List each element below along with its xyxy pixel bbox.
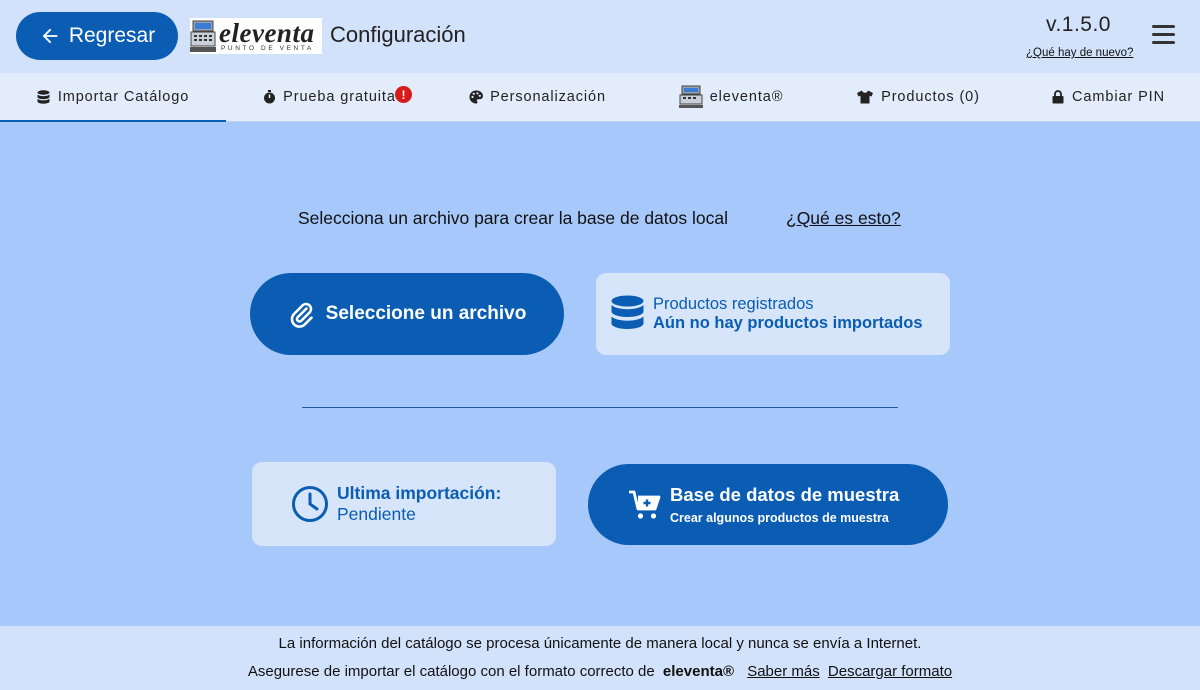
top-bar: Regresar eleventa PUNTO DE VENTA Configu… (0, 0, 1200, 73)
logo-word: eleventa (219, 17, 315, 48)
sample-database-button[interactable]: Base de datos de muestra Crear algunos p… (588, 464, 948, 545)
what-is-this-link[interactable]: ¿Qué es esto? (786, 208, 901, 229)
tab-change-pin[interactable]: Cambiar PIN (1040, 73, 1176, 121)
sample-button-title: Base de datos de muestra (670, 484, 900, 505)
clock-icon (292, 486, 328, 522)
tab-label: eleventa® (709, 89, 784, 105)
registered-products-card: Productos registrados Aún no hay product… (596, 273, 950, 355)
tab-label: Importar Catálogo (57, 88, 190, 105)
tab-import-catalog[interactable]: Importar Catálogo (0, 73, 226, 122)
footer-privacy-note: La información del catálogo se procesa ú… (278, 635, 922, 652)
palette-icon (469, 90, 484, 104)
stopwatch-icon (262, 90, 276, 104)
tab-personalization[interactable]: Personalización (455, 73, 620, 121)
import-prompt: Selecciona un archivo para crear la base… (298, 208, 728, 228)
database-icon (37, 89, 51, 104)
tab-eleventa[interactable]: eleventa® (666, 73, 796, 121)
eleventa-logo: eleventa PUNTO DE VENTA (190, 18, 322, 54)
last-import-card: Ultima importación: Pendiente (252, 462, 556, 546)
footer-brand: eleventa® (662, 663, 735, 680)
tab-label: Prueba gratuita (283, 89, 396, 105)
last-import-title: Ultima importación: (337, 483, 502, 503)
tab-label: Productos (0) (881, 89, 980, 105)
tshirt-icon (856, 90, 874, 104)
hamburger-menu-icon[interactable] (1152, 25, 1175, 45)
paperclip-icon (290, 302, 313, 328)
footer: La información del catálogo se procesa ú… (0, 626, 1200, 690)
cash-register-icon (190, 20, 216, 52)
products-card-title: Productos registrados (653, 295, 814, 313)
lock-icon (1051, 90, 1065, 104)
select-file-label: Seleccione un archivo (325, 303, 527, 324)
page-title: Configuración (330, 22, 466, 47)
tab-products[interactable]: Productos (0) (842, 73, 994, 121)
tab-label: Cambiar PIN (1072, 89, 1165, 105)
learn-more-link[interactable]: Saber más (747, 663, 820, 680)
eleventa-register-icon (678, 85, 703, 109)
section-divider (302, 407, 898, 408)
back-button-label: Regresar (68, 24, 156, 47)
logo-subtitle: PUNTO DE VENTA (221, 44, 314, 52)
tab-label: Personalización (490, 89, 606, 105)
tab-free-trial[interactable]: Prueba gratuita (254, 73, 404, 121)
cart-plus-icon (629, 489, 661, 519)
products-card-status: Aún no hay productos importados (653, 314, 923, 332)
sample-button-subtitle: Crear algunos productos de muestra (670, 511, 889, 525)
version-label: v.1.5.0 (1046, 13, 1111, 36)
arrow-left-icon (42, 28, 58, 44)
download-format-link[interactable]: Descargar formato (828, 663, 952, 680)
whats-new-link[interactable]: ¿Qué hay de nuevo? (1026, 47, 1133, 59)
footer-format-text: Asegurese de importar el catálogo con el… (247, 663, 655, 680)
last-import-status: Pendiente (337, 504, 416, 524)
alert-badge: ! (395, 86, 412, 103)
footer-format-note: Asegurese de importar el catálogo con el… (0, 663, 1200, 680)
database-icon (611, 295, 644, 329)
select-file-button[interactable]: Seleccione un archivo (250, 273, 564, 355)
tab-bar: Importar Catálogo Prueba gratuita ! Pers… (0, 73, 1200, 122)
back-button[interactable]: Regresar (16, 12, 178, 60)
